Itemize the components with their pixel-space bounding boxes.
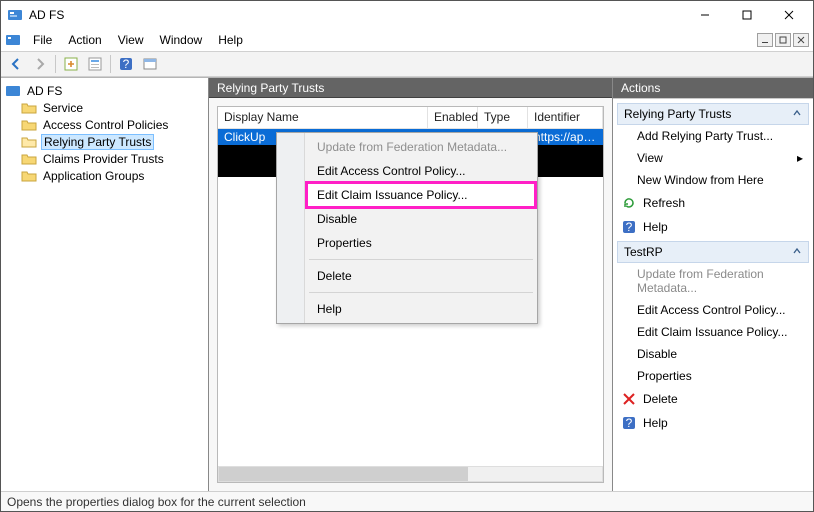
tree-item-rpt[interactable]: Relying Party Trusts [5, 133, 208, 150]
context-menu: Update from Federation Metadata... Edit … [276, 132, 538, 324]
window-title: AD FS [29, 8, 685, 22]
col-identifier[interactable]: Identifier [528, 107, 603, 128]
svg-text:?: ? [123, 57, 130, 71]
submenu-arrow-icon: ▸ [797, 151, 803, 165]
cm-separator [309, 259, 533, 260]
menu-window[interactable]: Window [152, 31, 211, 49]
col-display-name[interactable]: Display Name [218, 107, 428, 128]
back-button[interactable] [5, 53, 27, 75]
svg-text:?: ? [626, 220, 633, 234]
actions-header: Actions [613, 78, 813, 98]
status-bar: Opens the properties dialog box for the … [1, 491, 813, 511]
cm-properties[interactable]: Properties [307, 231, 535, 255]
actions-panel: Actions Relying Party Trusts Add Relying… [613, 78, 813, 491]
list-header: Display Name Enabled Type Identifier [218, 107, 603, 129]
col-type[interactable]: Type [478, 107, 528, 128]
menu-bar: File Action View Window Help [1, 29, 813, 51]
action-add-rpt[interactable]: Add Relying Party Trust... [617, 125, 809, 147]
tree-item-acp[interactable]: Access Control Policies [5, 116, 208, 133]
menu-view[interactable]: View [110, 31, 152, 49]
center-header: Relying Party Trusts [209, 78, 612, 98]
cm-separator [309, 292, 533, 293]
action-help-1[interactable]: ? Help [617, 215, 809, 239]
tree-item-cpt[interactable]: Claims Provider Trusts [5, 150, 208, 167]
cm-edit-claim-issuance[interactable]: Edit Claim Issuance Policy... [307, 183, 535, 207]
rpt-list: Display Name Enabled Type Identifier Cli… [217, 106, 604, 483]
status-text: Opens the properties dialog box for the … [7, 495, 306, 509]
action-refresh[interactable]: Refresh [617, 191, 809, 215]
action-edit-cip[interactable]: Edit Claim Issuance Policy... [617, 321, 809, 343]
collapse-icon [792, 245, 802, 259]
folder-icon [21, 100, 37, 116]
help-icon: ? [621, 219, 637, 235]
add-button[interactable] [60, 53, 82, 75]
folder-icon [21, 117, 37, 133]
folder-open-icon [21, 134, 37, 150]
mdi-restore-button[interactable] [775, 33, 791, 47]
tree-item-appgroups[interactable]: Application Groups [5, 167, 208, 184]
forward-button[interactable] [29, 53, 51, 75]
help-icon: ? [621, 415, 637, 431]
minimize-button[interactable] [685, 3, 725, 27]
mdi-close-button[interactable] [793, 33, 809, 47]
action-help-2[interactable]: ? Help [617, 411, 809, 435]
main-area: AD FS Service Access Control Policies Re… [1, 77, 813, 491]
tree-root-label: AD FS [25, 84, 64, 98]
folder-icon [21, 151, 37, 167]
center-panel: Relying Party Trusts Display Name Enable… [209, 78, 613, 491]
toolbar: ? [1, 51, 813, 77]
menu-icon [5, 32, 21, 48]
properties-button[interactable] [84, 53, 106, 75]
tree-panel: AD FS Service Access Control Policies Re… [1, 78, 209, 491]
cm-help[interactable]: Help [307, 297, 535, 321]
refresh-icon [621, 195, 637, 211]
action-edit-acp[interactable]: Edit Access Control Policy... [617, 299, 809, 321]
cm-delete[interactable]: Delete [307, 264, 535, 288]
cm-edit-acp[interactable]: Edit Access Control Policy... [307, 159, 535, 183]
tree-item-service[interactable]: Service [5, 99, 208, 116]
adfs-icon [5, 83, 21, 99]
tree-root[interactable]: AD FS [5, 82, 208, 99]
action-delete[interactable]: Delete [617, 387, 809, 411]
delete-icon [621, 391, 637, 407]
collapse-icon [792, 107, 802, 121]
maximize-button[interactable] [727, 3, 767, 27]
view-button[interactable] [139, 53, 161, 75]
horizontal-scrollbar[interactable] [218, 466, 603, 482]
folder-icon [21, 168, 37, 184]
close-button[interactable] [769, 3, 809, 27]
help-toolbar-button[interactable]: ? [115, 53, 137, 75]
menu-file[interactable]: File [25, 31, 60, 49]
action-new-window[interactable]: New Window from Here [617, 169, 809, 191]
svg-text:?: ? [626, 416, 633, 430]
actions-section-testrp[interactable]: TestRP [617, 241, 809, 263]
app-icon [7, 7, 23, 23]
action-view[interactable]: View▸ [617, 147, 809, 169]
mdi-minimize-button[interactable] [757, 33, 773, 47]
col-enabled[interactable]: Enabled [428, 107, 478, 128]
actions-section-rpt[interactable]: Relying Party Trusts [617, 103, 809, 125]
action-update-metadata: Update from Federation Metadata... [617, 263, 809, 299]
menu-action[interactable]: Action [60, 31, 109, 49]
cm-disable[interactable]: Disable [307, 207, 535, 231]
title-bar: AD FS [1, 1, 813, 29]
action-properties[interactable]: Properties [617, 365, 809, 387]
list-body: ClickUp Yes WS-T... https://api.clickup … [218, 129, 603, 466]
cm-update-metadata: Update from Federation Metadata... [307, 135, 535, 159]
action-disable[interactable]: Disable [617, 343, 809, 365]
menu-help[interactable]: Help [210, 31, 251, 49]
